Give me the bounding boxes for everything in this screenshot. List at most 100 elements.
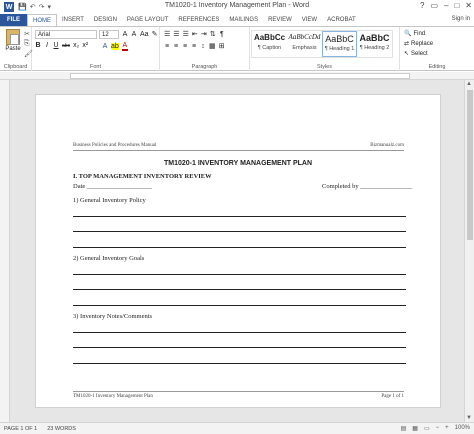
section-heading: I. TOP MANAGEMENT INVENTORY REVIEW: [73, 173, 212, 180]
header-right: Bizmanualz.com: [370, 143, 404, 148]
copy-icon[interactable]: ⎘: [24, 40, 30, 48]
page-count[interactable]: PAGE 1 OF 1: [4, 426, 37, 432]
window-controls: ? ▭ – □ ✕: [420, 1, 472, 10]
close-icon[interactable]: ✕: [465, 1, 472, 10]
style-caption-sample: AaBbCc: [253, 33, 286, 42]
print-layout-icon[interactable]: ▦: [412, 425, 418, 432]
font-name-select[interactable]: Arial: [35, 30, 97, 39]
footer-left: TM1020-1 Inventory Management Plan: [73, 394, 153, 399]
sign-in-link[interactable]: Sign in: [452, 16, 470, 22]
increase-indent-icon[interactable]: ⇥: [201, 30, 207, 38]
tab-insert[interactable]: INSERT: [57, 14, 89, 26]
styles-gallery: AaBbCc ¶ Caption AaBbCcDd Emphasis AaBbC…: [251, 30, 393, 58]
font-size-select[interactable]: 12: [99, 30, 119, 39]
scroll-up-icon[interactable]: ▲: [466, 81, 472, 87]
highlight-icon[interactable]: ab: [111, 43, 119, 50]
font-row-3: A ab A: [102, 42, 128, 51]
cut-icon[interactable]: ✂: [24, 30, 30, 38]
paragraph-row-1: ☰ ☰ ☰ ⇤ ⇥ ⇅ ¶: [164, 30, 225, 39]
style-heading-2[interactable]: AaBbC ¶ Heading 2: [357, 31, 392, 57]
help-icon[interactable]: ?: [420, 1, 424, 10]
fill-line: [73, 332, 406, 333]
change-case-icon[interactable]: Aa: [140, 31, 149, 38]
scroll-thumb[interactable]: [467, 90, 473, 240]
fill-line: [73, 347, 406, 348]
show-marks-icon[interactable]: ¶: [219, 31, 225, 38]
document-page[interactable]: Business Policies and Procedures Manual …: [35, 94, 441, 408]
header-left: Business Policies and Procedures Manual: [73, 143, 157, 148]
replace-button[interactable]: ⇄ Replace: [404, 40, 433, 48]
style-heading-2-name: ¶ Heading 2: [359, 45, 390, 51]
ribbon: Paste ✂ ⎘ 🖌 Clipboard Arial 12 A A Aa ✎ …: [0, 26, 474, 71]
vertical-scrollbar[interactable]: ▲ ▼: [464, 80, 474, 422]
footer-right: Page 1 of 1: [381, 394, 404, 399]
sort-icon[interactable]: ⇅: [210, 30, 216, 38]
bullets-icon[interactable]: ☰: [164, 30, 170, 38]
superscript-icon[interactable]: x²: [82, 42, 88, 49]
ribbon-tabs: FILE HOME INSERT DESIGN PAGE LAYOUT REFE…: [0, 14, 474, 26]
strikethrough-icon[interactable]: abc: [62, 43, 70, 49]
style-heading-1-sample: AaBbC: [325, 34, 354, 44]
fill-line: [73, 247, 406, 248]
borders-icon[interactable]: ⊞: [219, 42, 225, 50]
web-layout-icon[interactable]: ▭: [424, 425, 430, 432]
bold-icon[interactable]: B: [35, 42, 41, 49]
italic-icon[interactable]: I: [44, 42, 50, 49]
font-color-icon[interactable]: A: [121, 42, 128, 51]
minimize-icon[interactable]: –: [444, 1, 448, 10]
tab-file[interactable]: FILE: [0, 14, 27, 26]
style-caption[interactable]: AaBbCc ¶ Caption: [252, 31, 287, 57]
grow-font-icon[interactable]: A: [122, 31, 128, 38]
shrink-font-icon[interactable]: A: [131, 31, 137, 38]
zoom-in-icon[interactable]: +: [445, 425, 449, 432]
scroll-down-icon[interactable]: ▼: [466, 415, 472, 421]
item-notes-comments: 3) Inventory Notes/Comments: [73, 313, 153, 320]
horizontal-ruler[interactable]: [0, 72, 474, 80]
align-center-icon[interactable]: ≡: [173, 43, 179, 50]
zoom-level[interactable]: 100%: [455, 425, 470, 432]
tab-references[interactable]: REFERENCES: [173, 14, 224, 26]
find-icon: 🔍: [404, 31, 412, 37]
read-mode-icon[interactable]: ▤: [401, 425, 407, 432]
select-button[interactable]: ↖ Select: [404, 50, 428, 58]
paste-button[interactable]: Paste: [3, 29, 23, 52]
fill-line: [73, 305, 406, 306]
justify-icon[interactable]: ≡: [191, 43, 197, 50]
tab-design[interactable]: DESIGN: [89, 14, 122, 26]
style-emphasis[interactable]: AaBbCcDd Emphasis: [287, 31, 322, 57]
zoom-out-icon[interactable]: −: [436, 425, 440, 432]
style-heading-2-sample: AaBbC: [359, 33, 390, 43]
find-button[interactable]: 🔍 Find: [404, 30, 425, 38]
text-effects-icon[interactable]: A: [102, 43, 108, 50]
ruler-scale: [70, 73, 410, 79]
word-count[interactable]: 23 WORDS: [47, 426, 76, 432]
align-right-icon[interactable]: ≡: [182, 43, 188, 50]
style-emphasis-sample: AaBbCcDd: [288, 33, 321, 41]
maximize-icon[interactable]: □: [454, 1, 459, 10]
tab-page-layout[interactable]: PAGE LAYOUT: [122, 14, 173, 26]
tab-home[interactable]: HOME: [27, 14, 57, 26]
select-icon: ↖: [404, 51, 410, 57]
style-heading-1[interactable]: AaBbC ¶ Heading 1: [322, 31, 357, 57]
underline-icon[interactable]: U: [53, 42, 59, 49]
ribbon-display-icon[interactable]: ▭: [430, 1, 438, 10]
tab-review[interactable]: REVIEW: [263, 14, 297, 26]
status-bar: PAGE 1 OF 1 23 WORDS ▤ ▦ ▭ − + 100%: [0, 422, 474, 434]
tab-view[interactable]: VIEW: [297, 14, 322, 26]
clipboard-label: Clipboard: [3, 64, 28, 70]
align-left-icon[interactable]: ≡: [164, 43, 170, 50]
shading-icon[interactable]: ▦: [209, 42, 216, 50]
decrease-indent-icon[interactable]: ⇤: [192, 30, 198, 38]
multilevel-list-icon[interactable]: ☰: [183, 30, 189, 38]
tab-acrobat[interactable]: ACROBAT: [322, 14, 361, 26]
status-right: ▤ ▦ ▭ − + 100%: [401, 425, 470, 432]
tab-mailings[interactable]: MAILINGS: [224, 14, 263, 26]
vertical-ruler[interactable]: [0, 80, 10, 422]
line-spacing-icon[interactable]: ↕: [200, 43, 206, 50]
subscript-icon[interactable]: x₂: [73, 42, 79, 49]
fill-line: [73, 289, 406, 290]
clear-formatting-icon[interactable]: ✎: [152, 30, 158, 38]
numbering-icon[interactable]: ☰: [173, 30, 179, 38]
completed-by-field: Completed by ________________: [322, 183, 413, 190]
editing-label: Editing: [428, 64, 446, 70]
